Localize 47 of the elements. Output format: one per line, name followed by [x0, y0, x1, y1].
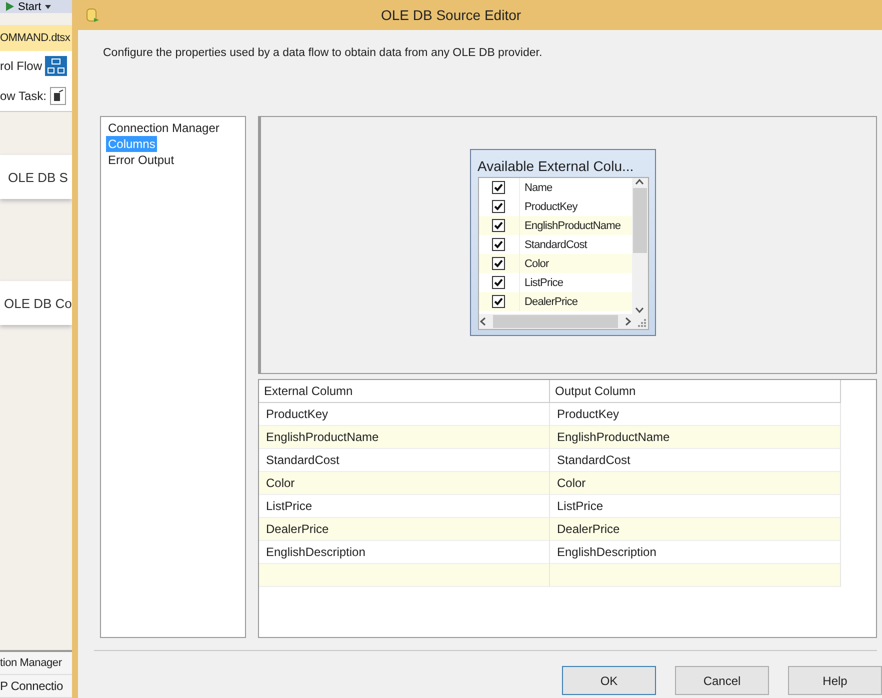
help-button[interactable]: Help	[788, 666, 882, 695]
column-name: Color	[524, 258, 549, 270]
scroll-down-icon[interactable]	[635, 306, 644, 314]
table-cell: EnglishProductName	[259, 426, 550, 449]
workflow-icon	[45, 56, 68, 76]
task-label: ow Task:	[0, 89, 46, 103]
flow-node[interactable]: OLE DB Co	[0, 281, 72, 325]
description-text: Configure the properties used by a data flow to obtain data from any OLE DB provider.	[103, 47, 542, 59]
column-header[interactable]: Output Column	[550, 380, 841, 403]
database-icon	[86, 6, 100, 24]
nav-item[interactable]: Connection Manager	[106, 120, 222, 136]
column-name: ListPrice	[524, 276, 564, 288]
checkbox[interactable]	[492, 257, 505, 270]
table-cell: Color	[259, 472, 550, 495]
resize-grip-icon[interactable]	[638, 319, 646, 327]
scroll-left-icon[interactable]	[478, 317, 486, 326]
checkbox[interactable]	[492, 238, 505, 251]
column-header[interactable]: Name	[520, 182, 552, 194]
play-icon	[6, 2, 14, 11]
table-cell: EnglishProductName	[550, 426, 841, 449]
scrollbar-thumb[interactable]	[492, 315, 618, 328]
column-name: StandardCost	[524, 238, 587, 250]
scroll-up-icon[interactable]	[635, 178, 644, 186]
column-header[interactable]: External Column	[259, 380, 550, 403]
new-row-cell[interactable]	[550, 564, 841, 587]
checkbox[interactable]	[492, 181, 505, 194]
checkbox[interactable]	[492, 276, 505, 289]
checkbox[interactable]	[492, 200, 505, 213]
column-name: DealerPrice	[524, 296, 578, 308]
task-icon[interactable]	[50, 87, 66, 105]
table-cell: DealerPrice	[259, 518, 550, 541]
flow-node[interactable]: OLE DB S	[0, 155, 72, 199]
new-row-cell[interactable]	[259, 564, 550, 587]
checkbox[interactable]	[492, 219, 505, 232]
column-name: EnglishProductName	[524, 220, 621, 232]
cancel-button[interactable]: Cancel	[675, 666, 769, 695]
table-cell: DealerPrice	[550, 518, 841, 541]
caret-icon	[45, 4, 52, 8]
scroll-right-icon[interactable]	[624, 317, 632, 326]
panel-title: Available External Colu...	[478, 158, 635, 174]
window-title: OLE DB Source Editor	[380, 7, 522, 23]
nav-item[interactable]: Error Output	[106, 152, 176, 168]
scrollbar-thumb[interactable]	[632, 188, 646, 253]
ok-button[interactable]: OK	[562, 666, 656, 695]
column-name: ProductKey	[524, 200, 578, 212]
table-cell: Color	[550, 472, 841, 495]
checkbox[interactable]	[492, 295, 505, 308]
